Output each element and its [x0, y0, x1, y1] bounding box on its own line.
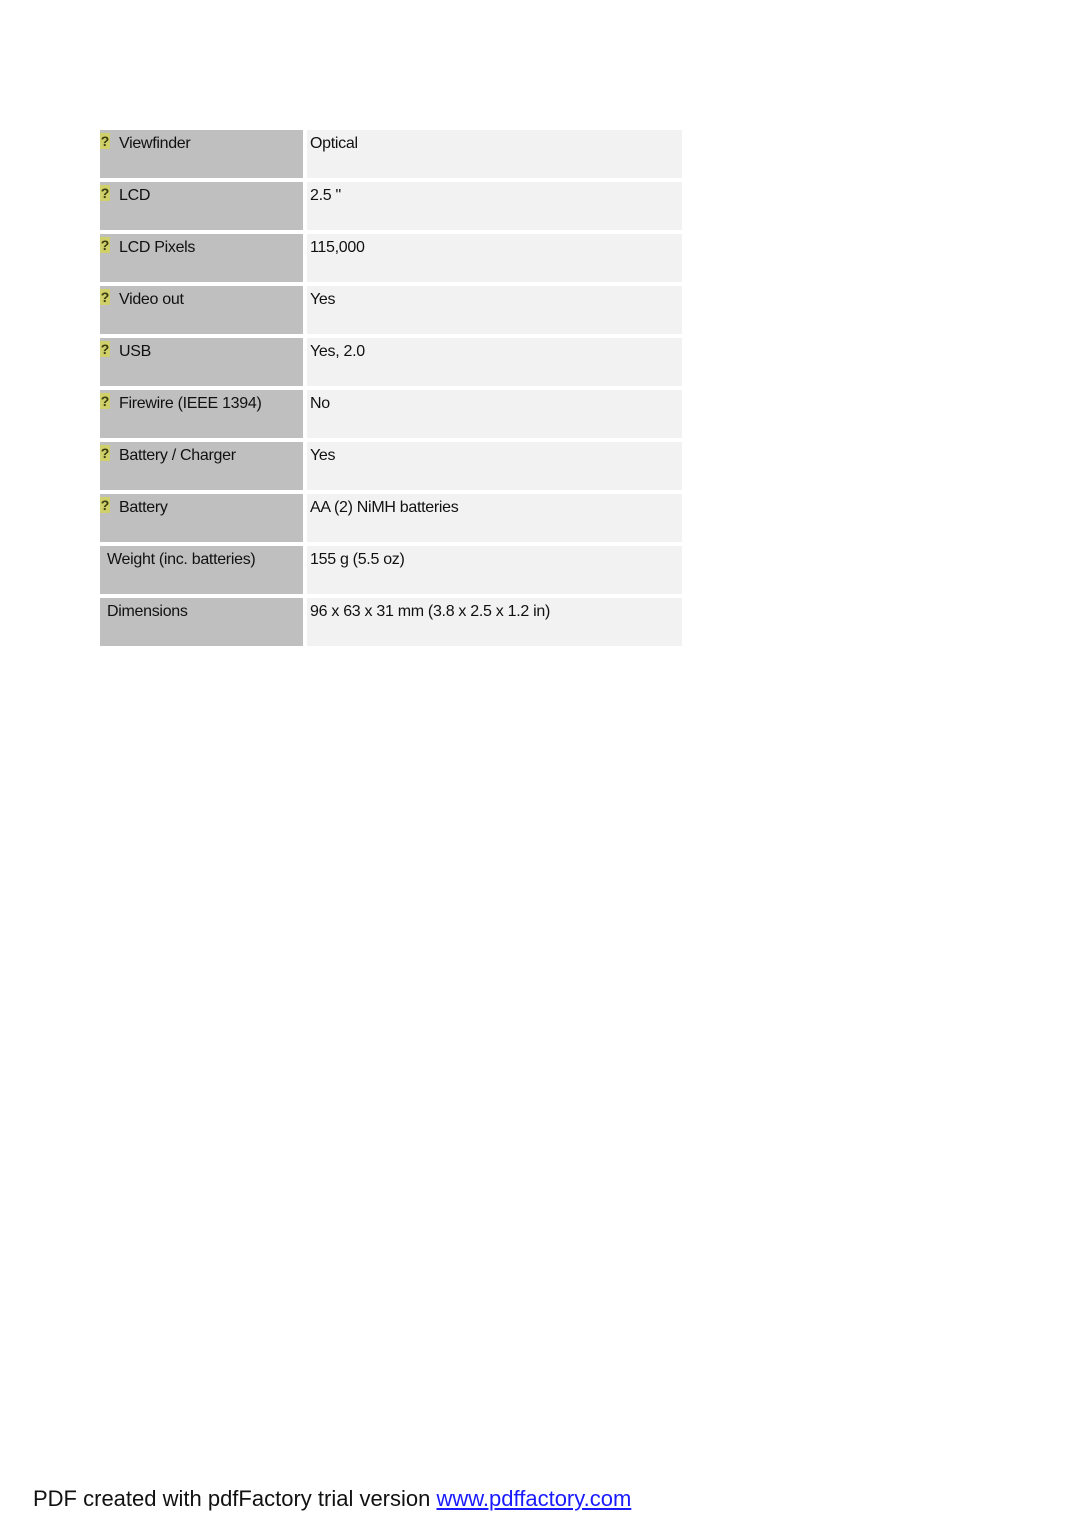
- help-icon[interactable]: ?: [100, 497, 110, 513]
- spec-value: Yes: [310, 291, 336, 308]
- spec-label-cell: ? LCD Pixels: [100, 234, 303, 282]
- spec-row-dimensions: Dimensions 96 x 63 x 31 mm (3.8 x 2.5 x …: [100, 598, 682, 646]
- spec-label-cell: Dimensions: [100, 598, 303, 646]
- spec-label: Dimensions: [107, 603, 188, 620]
- spec-value-cell: AA (2) NiMH batteries: [307, 494, 682, 542]
- spec-row-firewire: ? Firewire (IEEE 1394) No: [100, 390, 682, 438]
- pdffactory-link[interactable]: www.pdffactory.com: [436, 1486, 631, 1511]
- help-icon[interactable]: ?: [100, 185, 110, 201]
- pdf-footer: PDF created with pdfFactory trial versio…: [33, 1486, 631, 1512]
- spec-value: Yes, 2.0: [310, 343, 365, 360]
- spec-row-usb: ? USB Yes, 2.0: [100, 338, 682, 386]
- help-icon[interactable]: ?: [100, 133, 110, 149]
- spec-label: LCD Pixels: [119, 239, 196, 256]
- help-icon[interactable]: ?: [100, 393, 110, 409]
- spec-label-cell: Weight (inc. batteries): [100, 546, 303, 594]
- spec-label-cell: ? Firewire (IEEE 1394): [100, 390, 303, 438]
- spec-label: Battery / Charger: [119, 447, 236, 464]
- spec-value-cell: 2.5 ": [307, 182, 682, 230]
- help-icon[interactable]: ?: [100, 237, 110, 253]
- spec-label-cell: ? Battery: [100, 494, 303, 542]
- spec-value-cell: 155 g (5.5 oz): [307, 546, 682, 594]
- help-icon[interactable]: ?: [100, 445, 110, 461]
- spec-label-cell: ? LCD: [100, 182, 303, 230]
- spec-row-battery: ? Battery AA (2) NiMH batteries: [100, 494, 682, 542]
- spec-value-cell: Yes: [307, 442, 682, 490]
- spec-label-cell: ? Battery / Charger: [100, 442, 303, 490]
- spec-table: ? Viewfinder Optical ? LCD 2.5 " ? LCD P…: [100, 130, 682, 650]
- spec-label: USB: [119, 343, 151, 360]
- spec-label: Battery: [119, 499, 168, 516]
- spec-value-cell: No: [307, 390, 682, 438]
- spec-row-lcd-pixels: ? LCD Pixels 115,000: [100, 234, 682, 282]
- spec-row-weight: Weight (inc. batteries) 155 g (5.5 oz): [100, 546, 682, 594]
- spec-value: AA (2) NiMH batteries: [310, 499, 459, 516]
- help-icon[interactable]: ?: [100, 341, 110, 357]
- spec-value-cell: Yes: [307, 286, 682, 334]
- spec-label-cell: ? USB: [100, 338, 303, 386]
- spec-row-viewfinder: ? Viewfinder Optical: [100, 130, 682, 178]
- footer-text: PDF created with pdfFactory trial versio…: [33, 1486, 437, 1511]
- spec-label: Weight (inc. batteries): [107, 551, 256, 568]
- spec-value: 2.5 ": [310, 187, 341, 204]
- spec-value: No: [310, 395, 330, 412]
- spec-row-video-out: ? Video out Yes: [100, 286, 682, 334]
- help-icon[interactable]: ?: [100, 289, 110, 305]
- spec-value: 115,000: [310, 239, 365, 256]
- spec-value-cell: Yes, 2.0: [307, 338, 682, 386]
- spec-value: 96 x 63 x 31 mm (3.8 x 2.5 x 1.2 in): [310, 603, 550, 620]
- spec-value-cell: 96 x 63 x 31 mm (3.8 x 2.5 x 1.2 in): [307, 598, 682, 646]
- spec-label-cell: ? Video out: [100, 286, 303, 334]
- spec-label: Video out: [119, 291, 184, 308]
- spec-value: Yes: [310, 447, 336, 464]
- spec-label: Viewfinder: [119, 135, 191, 152]
- spec-value-cell: Optical: [307, 130, 682, 178]
- spec-row-lcd: ? LCD 2.5 ": [100, 182, 682, 230]
- spec-value: Optical: [310, 135, 358, 152]
- spec-label: LCD: [119, 187, 151, 204]
- spec-label-cell: ? Viewfinder: [100, 130, 303, 178]
- spec-label: Firewire (IEEE 1394): [119, 395, 262, 412]
- spec-row-battery-charger: ? Battery / Charger Yes: [100, 442, 682, 490]
- spec-value: 155 g (5.5 oz): [310, 551, 405, 568]
- spec-value-cell: 115,000: [307, 234, 682, 282]
